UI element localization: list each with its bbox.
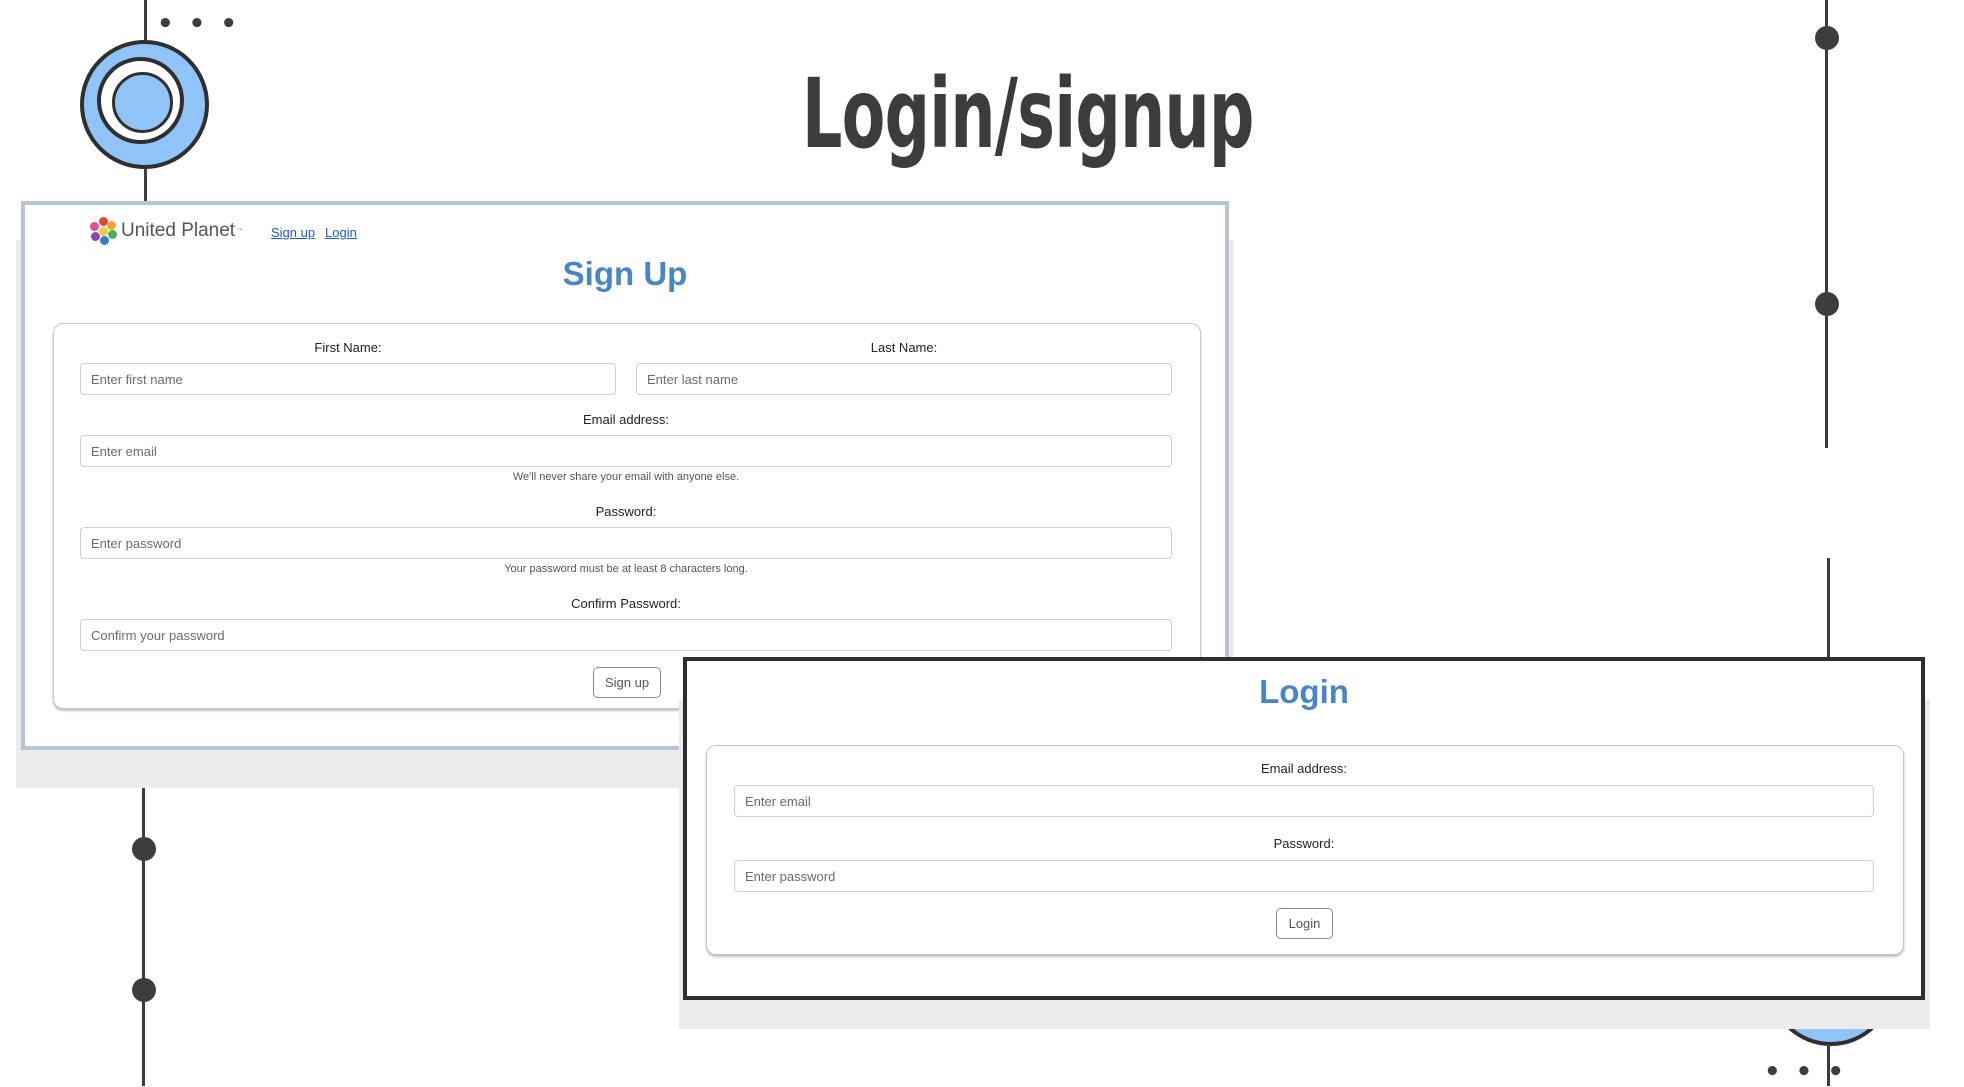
login-heading: Login (1259, 673, 1349, 710)
dots-bottom-right: • • • (1764, 1057, 1847, 1087)
signup-password-label: Password: (595, 504, 657, 519)
signup-heading: Sign Up (562, 255, 688, 292)
confirm-password-input[interactable] (80, 619, 1172, 651)
login-email-input[interactable] (734, 785, 1874, 817)
target-circle-core (112, 72, 173, 133)
signup-email-input[interactable] (80, 435, 1172, 467)
timeline-dot-right-2 (1815, 292, 1839, 316)
dots-top-left: • • • (157, 9, 240, 39)
first-name-input[interactable] (80, 363, 616, 395)
login-email-label: Email address: (1261, 761, 1347, 776)
login-button[interactable]: Login (1276, 908, 1333, 939)
timeline-dot-right-1 (1815, 26, 1839, 50)
login-password-label: Password: (1273, 836, 1335, 851)
right-timeline-upper (1825, 0, 1828, 448)
left-timeline-bottom (142, 752, 145, 1086)
signup-email-label: Email address: (583, 412, 669, 427)
last-name-label: Last Name: (870, 340, 938, 355)
email-hint: We'll never share your email with anyone… (512, 471, 740, 483)
nav-link-login[interactable]: Login (325, 225, 357, 240)
timeline-dot-left-1 (132, 837, 156, 861)
slide-title: Login/signup (802, 58, 1254, 170)
united-planet-logo-icon (89, 217, 117, 245)
signup-password-input[interactable] (80, 527, 1172, 559)
brand-trademark: ™ (237, 227, 244, 235)
brand: United Planet ™ (89, 217, 243, 245)
last-name-input[interactable] (636, 363, 1172, 395)
nav-link-signup[interactable]: Sign up (271, 225, 315, 240)
first-name-label: First Name: (314, 340, 382, 355)
brand-name: United Planet (121, 220, 236, 241)
timeline-dot-left-2 (132, 978, 156, 1002)
left-timeline-top (144, 0, 147, 42)
left-timeline-neck (144, 164, 147, 204)
password-hint: Your password must be at least 8 charact… (504, 563, 748, 575)
login-page-panel: Login Email address: Password: Login (683, 657, 1925, 1000)
right-timeline-lower (1827, 558, 1830, 658)
signup-button[interactable]: Sign up (593, 667, 661, 698)
confirm-password-label: Confirm Password: (571, 596, 681, 611)
login-password-input[interactable] (734, 860, 1874, 892)
